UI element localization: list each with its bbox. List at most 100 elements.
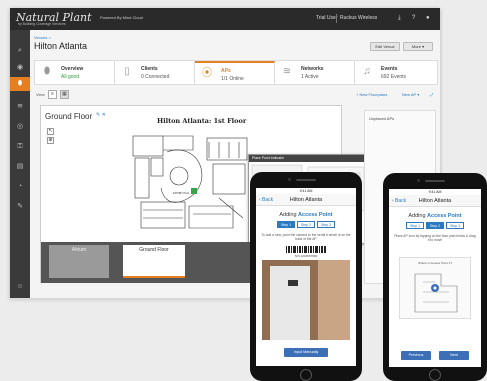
step-indicator: Step 1 Step 2 Step 3	[389, 222, 481, 230]
thumbnail-label: Ground Floor	[139, 247, 169, 253]
serial-label: S/N 1234567890	[294, 254, 318, 258]
chat-icon[interactable]: ☺	[15, 282, 25, 292]
report-icon[interactable]: ▤	[15, 162, 25, 172]
phone-1: 9:41 AM Hilton Atlanta ‹ Back Adding Acc…	[250, 172, 362, 381]
home-button[interactable]	[300, 369, 312, 381]
step-3-button[interactable]: Step 3	[317, 221, 335, 228]
tab-clients[interactable]: ▯ Clients 0 Connected	[115, 61, 195, 84]
step-2-button[interactable]: Step 2	[297, 221, 315, 228]
expand-icon[interactable]: ⤢	[430, 92, 433, 97]
previous-button[interactable]: Previous	[401, 351, 431, 360]
help-icon[interactable]: ?	[412, 14, 415, 22]
pie-chart-icon[interactable]: ◔	[15, 182, 25, 192]
thumbnail-label: Atrium	[71, 247, 87, 253]
trial-user-label[interactable]: Trial User	[316, 15, 337, 21]
view-toolbar: View ≡ ▦ + New Floorplans New AP ▾ ⤢	[34, 89, 438, 101]
phone-navbar: Hilton Atlanta ‹ Back	[256, 194, 356, 206]
status-time: 9:41 AM	[428, 190, 442, 194]
new-ap-link[interactable]: New AP ▾	[402, 92, 419, 97]
phone-speaker	[296, 179, 316, 181]
modal-header: Place Point Indicator	[249, 155, 367, 162]
step-indicator: Step 1 Step 2 Step 3	[256, 221, 356, 229]
step-1-button[interactable]: Step 1	[406, 222, 424, 229]
phone-speaker	[425, 180, 445, 182]
wifi-icon[interactable]: ≋	[15, 102, 25, 112]
ap-icon[interactable]: ◎	[15, 122, 25, 132]
tab-label: Clients	[141, 66, 158, 72]
home-button[interactable]	[429, 369, 441, 381]
phone-navbar: Hilton Atlanta ‹ Back	[389, 195, 481, 207]
tab-label: APs	[221, 68, 231, 74]
floor-title: Ground Floor	[45, 112, 93, 121]
floorplan-picker[interactable]: Where is Access Point 1?	[399, 257, 471, 319]
settings-icon[interactable]: ✎	[15, 202, 25, 212]
step-2-button[interactable]: Step 2	[426, 222, 444, 229]
new-floorplans-link[interactable]: + New Floorplans	[356, 92, 387, 97]
pointer-tool-icon[interactable]: ↖	[47, 128, 54, 135]
thumbnail-ground-floor[interactable]: Ground Floor	[123, 245, 185, 278]
phone-1-screen: 9:41 AM Hilton Atlanta ‹ Back Adding Acc…	[256, 188, 356, 366]
tab-value: 1/1 Online	[221, 76, 244, 82]
page-title: Hilton Atlanta	[34, 41, 88, 51]
phone-2-screen: 9:41 AM Hilton Atlanta ‹ Back Adding Acc…	[389, 189, 481, 367]
tab-value: All good	[61, 74, 80, 80]
map-title: Hilton Atlanta: 1st Floor	[157, 117, 247, 125]
thumbnail-atrium[interactable]: Atrium	[49, 245, 109, 278]
sidebar: ⌕ ◉ ⬮ ≋ ◎ ⚿ ▤ ◔ ✎ ☺	[10, 30, 30, 298]
list-view-icon[interactable]: ≡	[48, 90, 57, 99]
barcode-graphic	[286, 246, 326, 253]
phone-instruction: To add a new, point the camera to the se…	[261, 233, 351, 242]
phone-2: 9:41 AM Hilton Atlanta ‹ Back Adding Acc…	[383, 173, 487, 381]
topbar-divider	[336, 14, 337, 23]
tab-label: Overview	[61, 66, 84, 72]
breadcrumb[interactable]: Venues >	[34, 35, 51, 40]
phone-icon: ▯	[124, 66, 130, 77]
ap-device-label	[288, 280, 298, 286]
network-icon[interactable]: ⚿	[15, 142, 25, 152]
main-content: Venues > Hilton Atlanta Edit Venue More …	[30, 30, 440, 298]
step-1-button[interactable]: Step 1	[277, 221, 295, 228]
web-dashboard-window: Natural Plant by Building Coverage Servi…	[10, 8, 440, 298]
laptop-base	[10, 298, 440, 300]
mini-floorplan	[414, 273, 458, 313]
more-button[interactable]: More ▾	[403, 42, 433, 51]
location-pin-icon[interactable]: ⬮	[15, 79, 25, 89]
tab-label: Networks	[301, 66, 324, 72]
ap-device-photo	[270, 266, 310, 340]
phone-camera	[288, 178, 291, 181]
camera-view[interactable]	[262, 260, 350, 340]
input-manually-button[interactable]: Input Manually	[284, 348, 328, 357]
account-name[interactable]: Ruckus Wireless	[340, 15, 377, 21]
status-time: 9:41 AM	[299, 189, 313, 193]
adding-heading: Adding Access Point	[389, 213, 481, 219]
user-icon[interactable]: ●	[426, 14, 430, 22]
tab-networks[interactable]: ≋ Networks 1 Active	[275, 61, 355, 84]
edit-floor-icon[interactable]: ✎ ✕	[96, 112, 106, 118]
tab-overview[interactable]: ⬮ Overview All good	[35, 61, 115, 84]
zoom-tool-icon[interactable]: ⊕	[47, 137, 54, 144]
top-bar: Natural Plant by Building Coverage Servi…	[10, 8, 440, 30]
tab-events[interactable]: ♫ Events 692 Events	[355, 61, 437, 84]
adding-prefix: Adding	[408, 213, 428, 219]
map-view-icon[interactable]: ▦	[60, 90, 69, 99]
adding-highlight: Access Point	[427, 213, 462, 219]
step-3-button[interactable]: Step 3	[446, 222, 464, 229]
venue-tabs: ⬮ Overview All good ▯ Clients 0 Connecte…	[34, 60, 438, 85]
search-icon[interactable]: ⌕	[15, 46, 25, 56]
back-button[interactable]: ‹ Back	[259, 197, 273, 203]
phone-instruction: Place AP Icon by tapping on the floor pl…	[394, 234, 476, 243]
download-icon[interactable]: ⤓	[398, 14, 401, 22]
placed-ap-marker	[191, 188, 197, 194]
adding-heading: Adding Access Point	[256, 212, 356, 218]
dashboard-icon[interactable]: ◉	[15, 63, 25, 73]
tab-aps[interactable]: ⦿ APs 1/1 Online	[195, 61, 275, 84]
powered-by-label: Powered By Mind Cloud	[100, 15, 143, 20]
edit-venue-button[interactable]: Edit Venue	[370, 42, 400, 51]
ap-icon: ⦿	[202, 68, 212, 79]
back-button[interactable]: ‹ Back	[392, 198, 406, 204]
wifi-icon: ≋	[282, 66, 292, 77]
next-button[interactable]: Next	[439, 351, 469, 360]
wall-photo	[318, 260, 350, 340]
tab-value: 0 Connected	[141, 74, 170, 80]
view-label: View	[36, 92, 45, 97]
